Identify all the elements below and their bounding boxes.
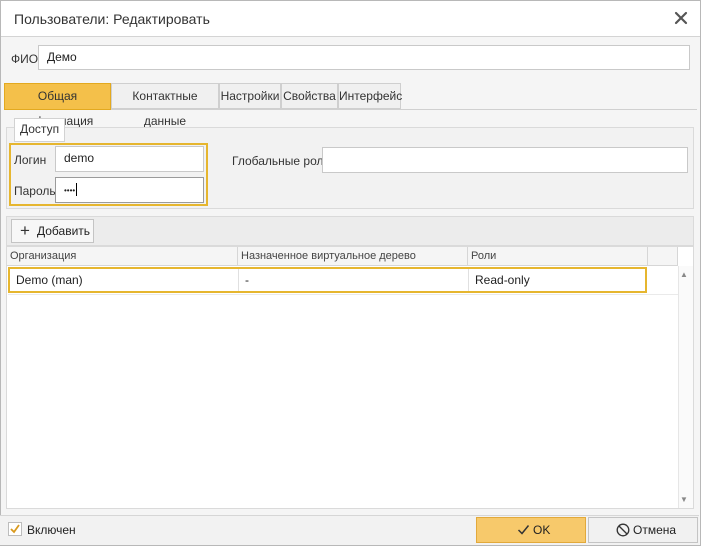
enabled-label: Включен xyxy=(27,523,76,537)
checkmark-icon xyxy=(10,524,20,534)
text-cursor xyxy=(76,183,78,197)
add-button[interactable]: + Добавить xyxy=(11,219,94,243)
password-mask: •••• xyxy=(64,186,76,195)
ok-button-label: OK xyxy=(533,523,551,537)
grid-scrollbar[interactable] xyxy=(678,266,693,508)
global-roles-label: Глобальные роли xyxy=(232,154,331,168)
add-button-label: Добавить xyxy=(37,224,91,238)
tab-general-info[interactable]: Общая информация xyxy=(4,83,111,128)
close-icon[interactable] xyxy=(672,9,690,27)
scroll-down-icon[interactable]: ▼ xyxy=(680,495,688,504)
column-header-roles[interactable]: Роли xyxy=(468,247,648,266)
cancel-icon xyxy=(616,523,630,540)
access-legend: Доступ xyxy=(14,118,66,142)
fio-input[interactable]: Демо xyxy=(38,45,690,70)
check-icon xyxy=(517,523,530,539)
ok-button[interactable]: OK xyxy=(476,517,586,543)
column-header-extra xyxy=(648,247,678,266)
password-label: Пароль xyxy=(14,184,56,198)
dialog-title: Пользователи: Редактировать xyxy=(14,11,210,27)
tab-settings[interactable]: Настройки xyxy=(219,83,281,109)
table-row[interactable] xyxy=(8,267,647,293)
scroll-up-icon[interactable]: ▲ xyxy=(680,270,688,279)
title-bar: Пользователи: Редактировать xyxy=(1,1,700,37)
column-header-organization[interactable]: Организация xyxy=(7,247,238,266)
login-label: Логин xyxy=(14,153,47,167)
enabled-checkbox[interactable] xyxy=(8,522,22,536)
cancel-button-label: Отмена xyxy=(633,523,677,537)
fio-label: ФИО xyxy=(11,52,39,66)
tab-interface[interactable]: Интерфейс xyxy=(338,83,402,109)
password-input[interactable]: •••• xyxy=(55,177,204,203)
row-divider xyxy=(8,294,678,295)
tab-properties[interactable]: Свойства xyxy=(281,83,338,109)
login-input[interactable]: demo xyxy=(55,146,204,172)
grid-toolbar xyxy=(6,216,694,246)
column-header-virtual-tree[interactable]: Назначенное виртуальное дерево xyxy=(238,247,468,266)
global-roles-input[interactable] xyxy=(322,147,688,173)
tab-contact-data[interactable]: Контактные данные xyxy=(111,83,219,128)
cancel-button[interactable]: Отмена xyxy=(588,517,698,543)
plus-icon: + xyxy=(20,221,30,240)
